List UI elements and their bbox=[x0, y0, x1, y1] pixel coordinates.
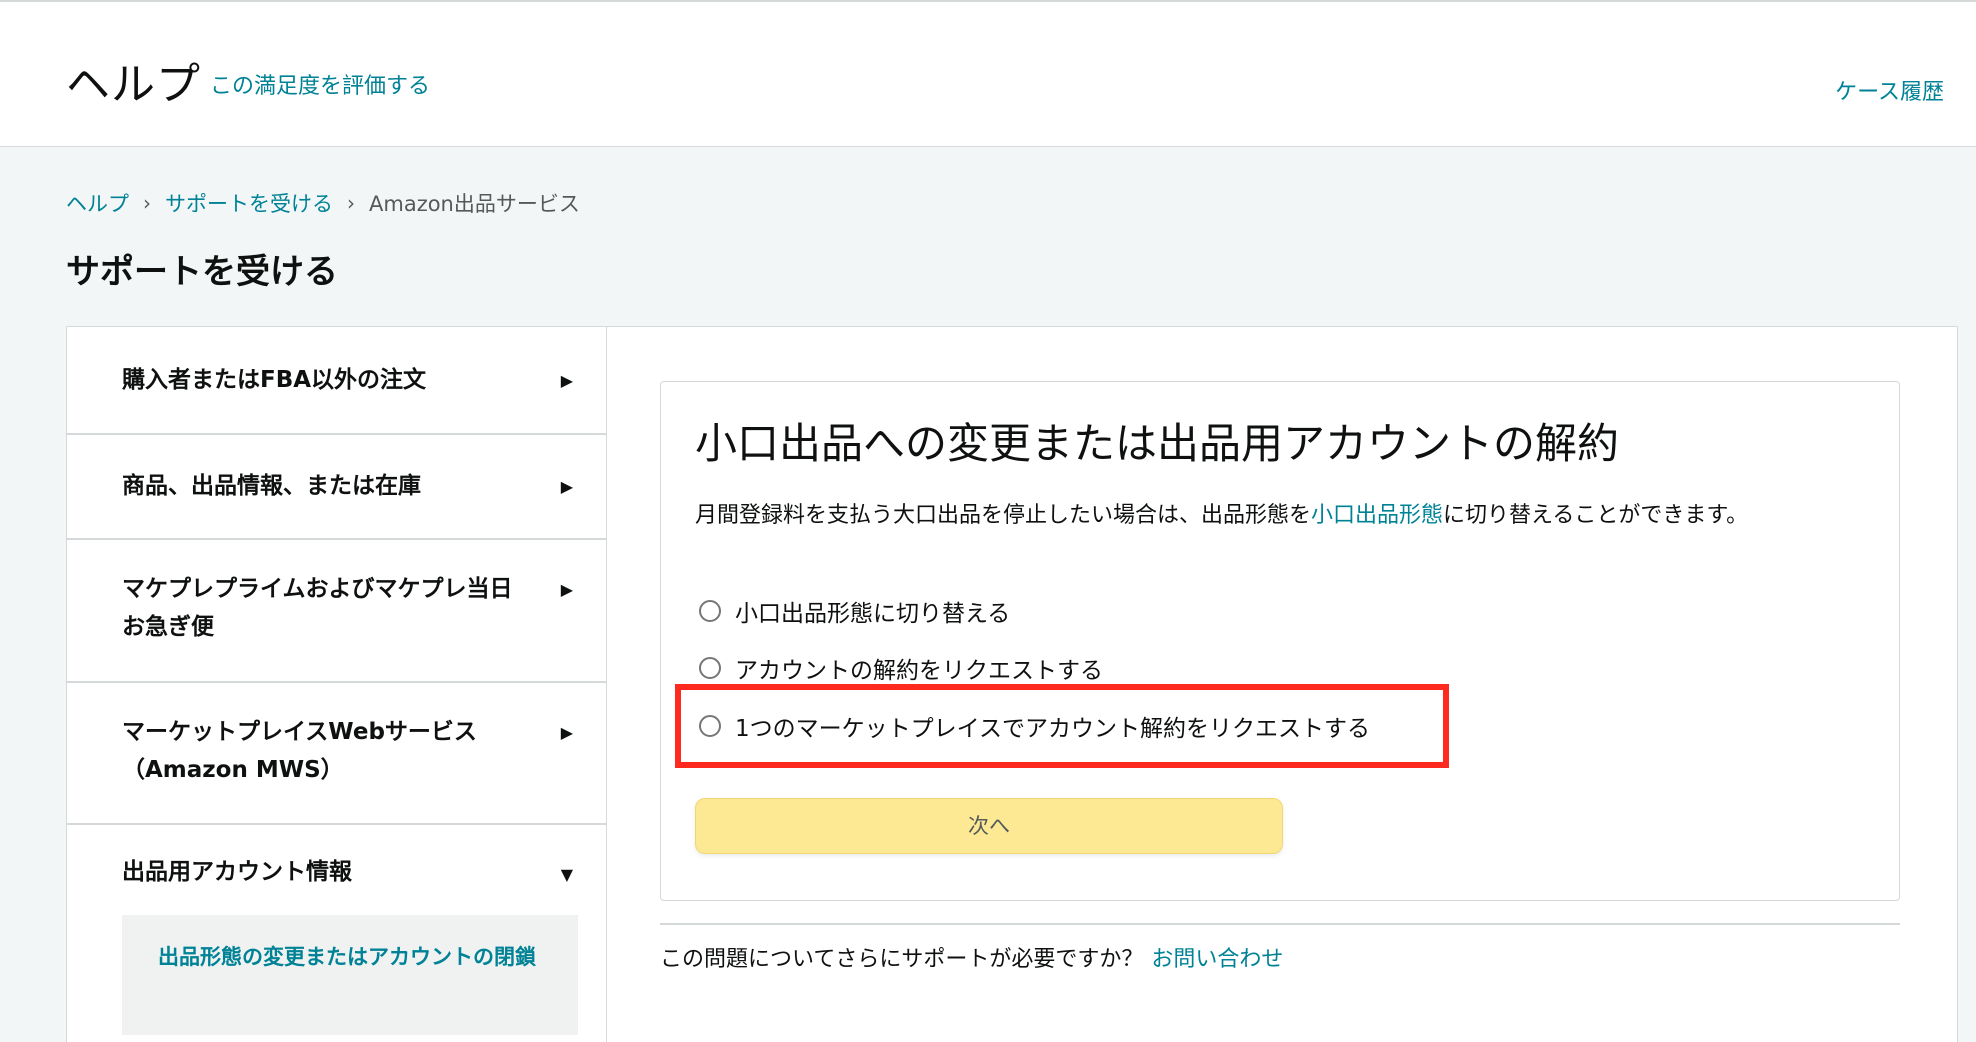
sidebar-item-orders[interactable]: 購入者またはFBA以外の注文 ▶ bbox=[67, 327, 607, 435]
sidebar-item-mws[interactable]: マーケットプレイスWebサービス（Amazon MWS） ▶ bbox=[67, 683, 607, 825]
breadcrumb-get-support[interactable]: サポートを受ける bbox=[165, 188, 333, 218]
help-title: ヘルプ bbox=[66, 59, 201, 110]
sidebar-item-prime[interactable]: マケプレプライムおよびマケプレ当日お急ぎ便 ▶ bbox=[67, 540, 607, 683]
sidebar-item-label: マーケットプレイスWebサービス（Amazon MWS） bbox=[122, 719, 477, 783]
sidebar-item-label: 購入者またはFBA以外の注文 bbox=[122, 367, 427, 393]
sidebar-item-products[interactable]: 商品、出品情報、または在庫 ▶ bbox=[67, 435, 607, 540]
divider bbox=[660, 923, 1900, 925]
radio-button[interactable] bbox=[699, 715, 721, 737]
triangle-down-icon: ▼ bbox=[560, 865, 573, 884]
case-history-link[interactable]: ケース履歴 bbox=[1835, 74, 1944, 106]
next-button[interactable]: 次へ bbox=[695, 798, 1283, 854]
sidebar-item-label: 出品用アカウント情報 bbox=[122, 859, 352, 885]
breadcrumb-chevron-icon: › bbox=[347, 191, 355, 215]
option-label: 1つのマーケットプレイスでアカウント解約をリクエストする bbox=[735, 716, 1370, 742]
sidebar-item-label: 商品、出品情報、または在庫 bbox=[122, 473, 421, 499]
page-title: サポートを受ける bbox=[66, 252, 338, 292]
contact-us-link[interactable]: お問い合わせ bbox=[1151, 947, 1283, 972]
sidebar-subitem-change-or-close[interactable]: 出品形態の変更またはアカウントの閉鎖 bbox=[122, 915, 578, 1035]
description-text: に切り替えることができます。 bbox=[1443, 503, 1749, 528]
content-description: 月間登録料を支払う大口出品を停止したい場合は、出品形態を小口出品形態に切り替える… bbox=[695, 498, 1855, 534]
description-text: 月間登録料を支払う大口出品を停止したい場合は、出品形態を bbox=[695, 503, 1312, 528]
radio-button[interactable] bbox=[699, 600, 721, 622]
sidebar: 購入者またはFBA以外の注文 ▶ 商品、出品情報、または在庫 ▶ マケプレプライ… bbox=[67, 327, 607, 1042]
option-request-account-closure[interactable]: アカウントの解約をリクエストする bbox=[699, 651, 1103, 685]
option-label: 小口出品形態に切り替える bbox=[735, 601, 1011, 627]
rate-satisfaction-link[interactable]: この満足度を評価する bbox=[210, 68, 430, 100]
breadcrumb-current: Amazon出品サービス bbox=[369, 192, 580, 216]
triangle-right-icon: ▶ bbox=[560, 723, 573, 742]
option-label: アカウントの解約をリクエストする bbox=[735, 658, 1103, 684]
breadcrumb-help[interactable]: ヘルプ bbox=[66, 188, 129, 218]
help-header: ヘルプ この満足度を評価する ケース履歴 bbox=[0, 2, 1976, 147]
triangle-right-icon: ▶ bbox=[560, 477, 573, 496]
option-request-closure-one-marketplace[interactable]: 1つのマーケットプレイスでアカウント解約をリクエストする bbox=[699, 709, 1370, 743]
small-seller-link[interactable]: 小口出品形態 bbox=[1311, 503, 1443, 528]
more-help-text: この問題についてさらにサポートが必要ですか？ お問い合わせ bbox=[660, 941, 1283, 973]
sidebar-subitem-label: 出品形態の変更またはアカウントの閉鎖 bbox=[158, 945, 536, 969]
breadcrumb: ヘルプ › サポートを受ける › Amazon出品サービス bbox=[66, 188, 580, 218]
breadcrumb-chevron-icon: › bbox=[143, 191, 151, 215]
triangle-right-icon: ▶ bbox=[560, 371, 573, 390]
support-panel: 購入者またはFBA以外の注文 ▶ 商品、出品情報、または在庫 ▶ マケプレプライ… bbox=[66, 326, 1958, 1042]
triangle-right-icon: ▶ bbox=[560, 580, 573, 599]
more-help-question: この問題についてさらにサポートが必要ですか？ bbox=[660, 947, 1144, 972]
radio-button[interactable] bbox=[699, 657, 721, 679]
sidebar-item-label: マケプレプライムおよびマケプレ当日お急ぎ便 bbox=[122, 576, 513, 640]
option-switch-to-individual[interactable]: 小口出品形態に切り替える bbox=[699, 594, 1010, 628]
content-title: 小口出品への変更または出品用アカウントの解約 bbox=[695, 419, 1620, 468]
content-card: 小口出品への変更または出品用アカウントの解約 月間登録料を支払う大口出品を停止し… bbox=[660, 381, 1900, 901]
